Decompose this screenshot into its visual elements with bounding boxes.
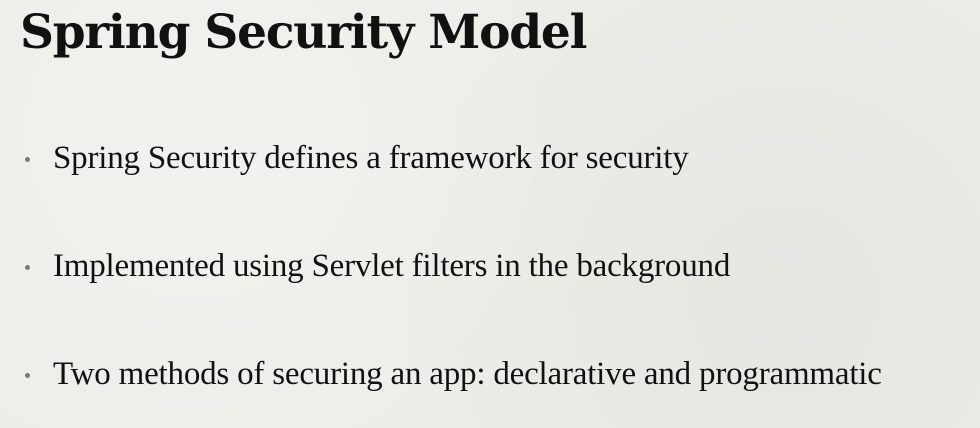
bullet-marker (25, 157, 30, 162)
bullet-marker (25, 265, 30, 270)
bullet-text: Spring Security defines a framework for … (53, 140, 689, 176)
slide-title: Spring Security Model (20, 5, 587, 60)
bullet-text: Implemented using Servlet filters in the… (53, 248, 731, 284)
bullet-marker (25, 373, 30, 378)
bullet-text: Two methods of securing an app: declarat… (53, 356, 882, 392)
slide: Spring Security Model Spring Security de… (0, 0, 980, 428)
